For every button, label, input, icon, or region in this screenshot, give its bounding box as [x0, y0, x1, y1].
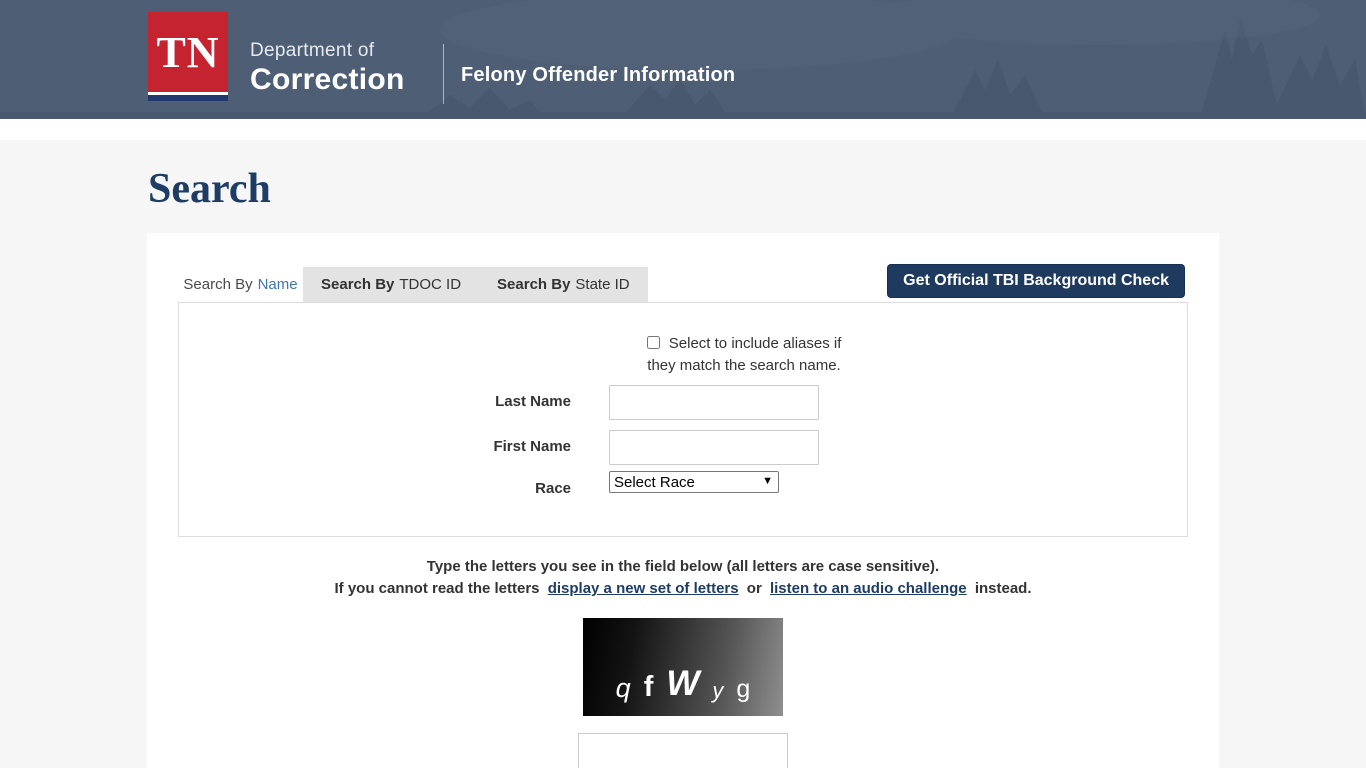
tn-logo-navy-stripe — [148, 95, 228, 101]
captcha-letter: g — [736, 675, 750, 704]
alias-label-line1: Select to include aliases if — [669, 335, 842, 352]
correction-text: Correction — [250, 63, 405, 97]
first-name-input[interactable] — [609, 430, 819, 465]
audio-challenge-link[interactable]: listen to an audio challenge — [770, 580, 967, 597]
department-of-text: Department of — [250, 40, 405, 62]
alias-label-line2: they match the search name. — [634, 355, 854, 377]
last-name-input[interactable] — [609, 385, 819, 420]
captcha-instructions: Type the letters you see in the field be… — [147, 556, 1219, 600]
last-name-label: Last Name — [179, 385, 571, 410]
site-header: TN Department of Correction Felony Offen… — [0, 0, 1366, 119]
tab-prefix: Search By — [321, 276, 394, 293]
tab-search-by-name[interactable]: Search By Name — [178, 267, 303, 302]
first-name-row: First Name — [179, 430, 819, 465]
alias-label-line1-wrap: Select to include aliases if — [634, 333, 854, 355]
captcha-line2-prefix: If you cannot read the letters — [334, 580, 539, 597]
race-label: Race — [179, 471, 571, 497]
include-aliases-checkbox[interactable] — [647, 336, 660, 349]
captcha-letter: q — [616, 673, 631, 704]
tn-logo-red-box: TN — [148, 12, 228, 92]
captcha-letter: y — [712, 678, 723, 704]
captcha-line2-middle: or — [747, 580, 762, 597]
tn-logo-letters: TN — [156, 27, 219, 78]
tab-prefix: Search By — [497, 276, 570, 293]
search-tabs: Search By Name Search By TDOC ID Search … — [178, 267, 648, 302]
tab-label: State ID — [575, 276, 629, 293]
tab-label: Name — [258, 276, 298, 293]
department-wordmark: Department of Correction — [250, 40, 405, 97]
captcha-line2-suffix: instead. — [975, 580, 1032, 597]
tn-doc-logo[interactable]: TN — [148, 12, 228, 101]
header-divider — [443, 44, 444, 104]
tab-search-by-state-id[interactable]: Search By State ID — [479, 267, 648, 302]
new-letters-link[interactable]: display a new set of letters — [548, 580, 739, 597]
captcha-answer-input[interactable] — [578, 733, 788, 768]
app-title: Felony Offender Information — [461, 64, 735, 87]
tbi-background-check-button[interactable]: Get Official TBI Background Check — [887, 264, 1185, 298]
header-bottom-band — [0, 119, 1366, 140]
search-card: Search By Name Search By TDOC ID Search … — [147, 233, 1219, 768]
tab-search-by-tdoc-id[interactable]: Search By TDOC ID — [303, 267, 479, 302]
captcha-instruction-line1: Type the letters you see in the field be… — [147, 556, 1219, 578]
captcha-letter: f — [644, 671, 654, 704]
race-row: Race Select Race ▼ — [179, 471, 779, 497]
race-select[interactable]: Select Race — [609, 471, 779, 493]
captcha-instruction-line2: If you cannot read the letters display a… — [147, 578, 1219, 600]
name-search-form-panel: Select to include aliases if they match … — [178, 302, 1188, 537]
alias-checkbox-block: Select to include aliases if they match … — [634, 333, 854, 377]
captcha-image: q f W y g — [583, 618, 783, 716]
first-name-label: First Name — [179, 430, 571, 455]
tab-prefix: Search By — [183, 276, 252, 293]
tab-label: TDOC ID — [399, 276, 461, 293]
captcha-letter: W — [666, 664, 699, 704]
felony-offender-search-page: TN Department of Correction Felony Offen… — [0, 0, 1366, 768]
page-title: Search — [148, 165, 271, 213]
last-name-row: Last Name — [179, 385, 819, 420]
